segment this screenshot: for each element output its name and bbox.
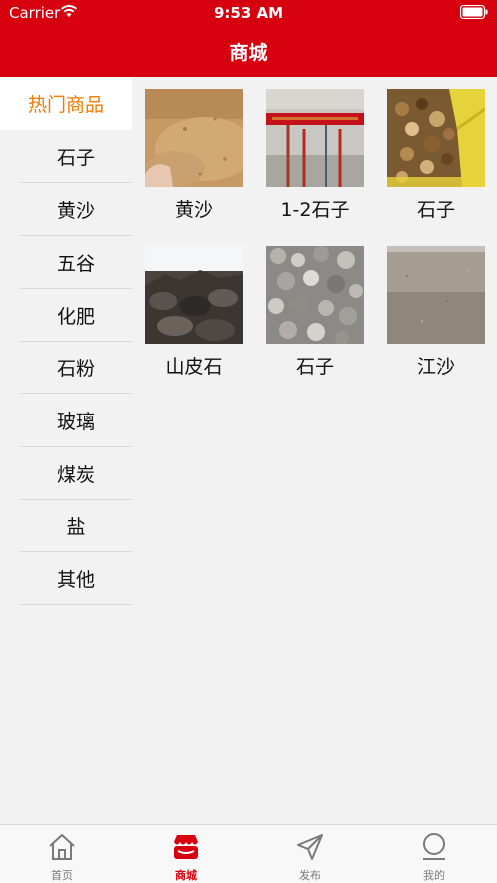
product-image [266,246,364,344]
product-image [387,89,485,187]
tab-home[interactable]: 首页 [0,825,124,883]
tab-shop[interactable]: 商城 [124,825,248,883]
status-bar: Carrier 9:53 AM [0,0,497,26]
category-item-other[interactable]: 其他 [20,552,132,605]
product-name: 石子 [416,199,455,221]
home-icon [49,834,75,860]
rock-pile-photo [145,246,243,344]
product-image [266,89,364,187]
category-sidebar: 热门商品 石子 黄沙 五谷 化肥 石粉 玻璃 煤炭 盐 其他 [0,77,132,824]
product-card[interactable]: 山皮石 [145,246,243,378]
gravel-bag-photo [387,89,485,187]
sand-pile-photo [145,89,243,187]
product-card[interactable]: 石子 [266,246,364,378]
send-icon [297,834,323,860]
tab-label: 我的 [423,869,445,882]
crushed-stone-photo [266,246,364,344]
battery-icon [460,5,488,19]
product-image [145,89,243,187]
product-image [145,246,243,344]
product-name: 石子 [295,356,334,378]
product-card[interactable]: 1-2石子 [266,89,364,221]
product-card[interactable]: 江沙 [387,246,485,378]
clock: 9:53 AM [213,4,284,22]
category-item-salt[interactable]: 盐 [20,499,132,552]
tab-label: 首页 [51,869,73,882]
product-name: 1-2石子 [280,199,350,221]
category-item-gravel[interactable]: 石子 [20,130,132,183]
tab-publish[interactable]: 发布 [248,825,372,883]
wall-pipes-photo [266,89,364,187]
tab-label: 发布 [299,869,321,882]
shop-icon [174,835,198,859]
category-item-sand[interactable]: 黄沙 [20,183,132,236]
bottom-tab-bar: 首页 商城 发布 我的 [0,824,497,883]
product-name: 黄沙 [174,199,213,221]
tab-mine[interactable]: 我的 [372,825,496,883]
product-card[interactable]: 黄沙 [145,89,243,221]
page-title: 商城 [229,42,268,64]
category-item-coal[interactable]: 煤炭 [20,447,132,500]
product-image [387,246,485,344]
user-icon [423,833,445,860]
product-name: 江沙 [416,356,455,378]
product-name: 山皮石 [165,356,223,378]
category-item-fertilizer[interactable]: 化肥 [20,289,132,342]
app-header: Carrier 9:53 AM 商城 [0,0,497,77]
product-card[interactable]: 石子 [387,89,485,221]
category-item-grains[interactable]: 五谷 [20,236,132,289]
category-item-hot[interactable]: 热门商品 [0,77,132,130]
river-sand-photo [387,246,485,344]
category-item-stone-powder[interactable]: 石粉 [20,341,132,394]
tab-label: 商城 [175,869,197,882]
category-item-glass[interactable]: 玻璃 [20,394,132,447]
